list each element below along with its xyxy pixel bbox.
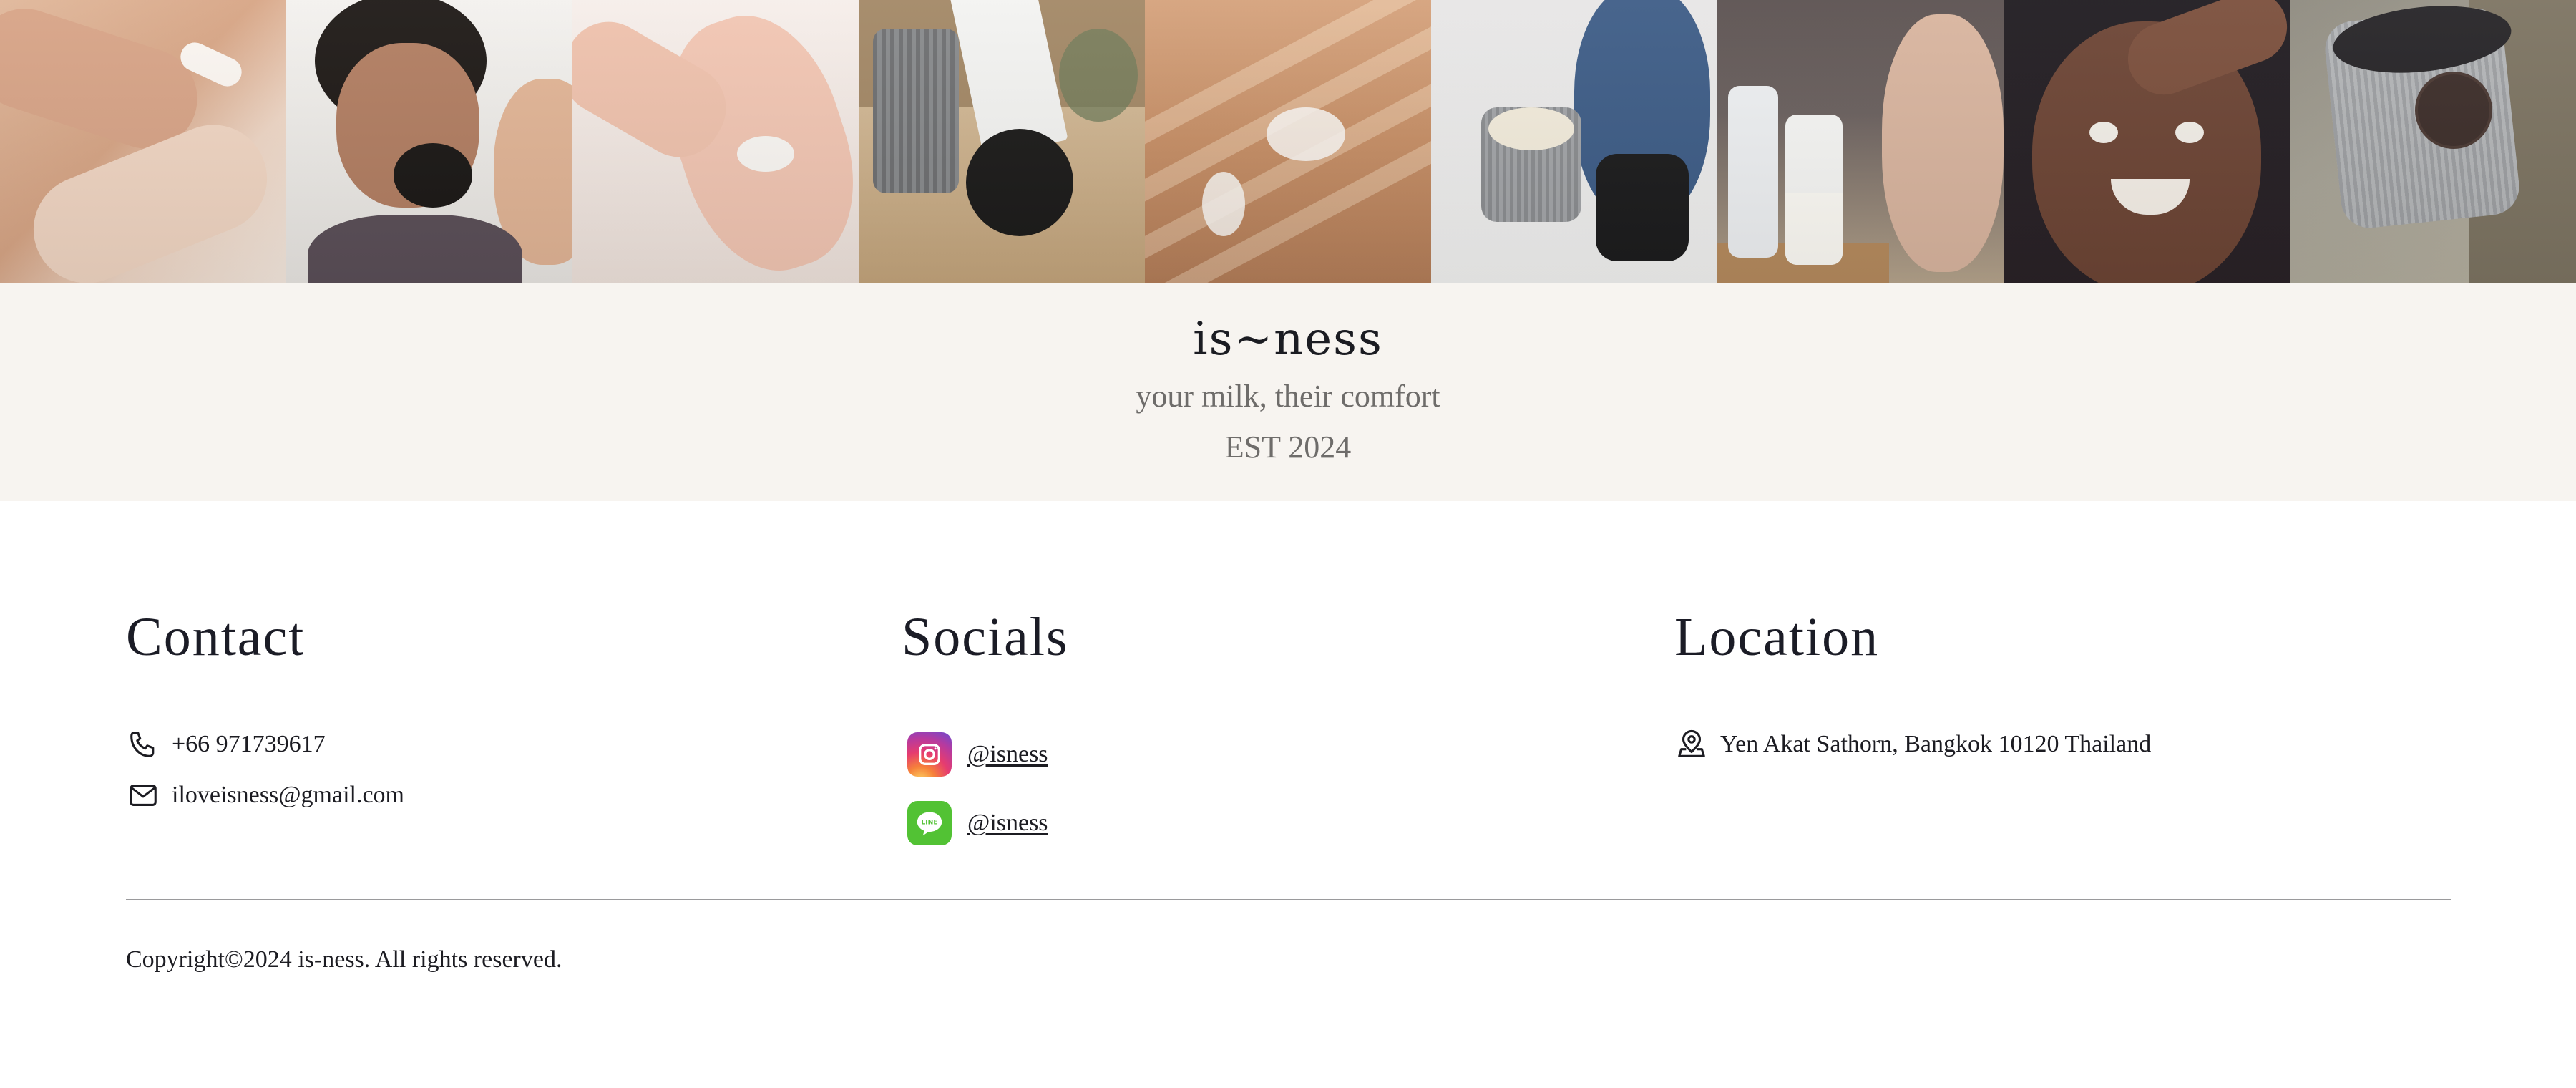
line-handle-link[interactable]: @isness [967,810,1048,837]
lotion-hands-photo [0,0,286,283]
location-address-row[interactable]: Yen Akat Sathorn, Bangkok 10120 Thailand [1674,727,2151,762]
brand-title: is~ness [1193,313,1383,366]
line-icon-text: LINE [921,819,937,827]
foot-balm-photo [572,0,859,283]
line-icon[interactable]: LINE [907,801,952,845]
plush-and-jars-photo [1431,0,1717,283]
brand-tagline: your milk, their comfort [1136,379,1440,414]
socials-section: Socials [902,601,1069,673]
mail-icon [126,778,160,812]
instagram-icon[interactable] [907,732,952,777]
child-with-jar-photo [286,0,572,283]
phone-icon [126,727,160,762]
contact-email[interactable]: iloveisness@gmail.com [126,778,404,812]
contact-section: Contact [126,601,305,673]
breast-pump-photo [1717,0,2004,283]
line-link-row[interactable]: LINE @isness [907,801,1048,845]
photo-gallery-strip [0,0,2576,283]
email-address: iloveisness@gmail.com [172,782,404,808]
back-cream-photo [1145,0,1431,283]
instagram-link-row[interactable]: @isness [907,732,1048,777]
contact-phone[interactable]: +66 971739617 [126,727,326,762]
location-section: Location [1674,601,1879,673]
location-heading: Location [1674,607,1880,667]
map-pin-icon [1674,727,1709,762]
jar-on-rock-photo [2290,0,2576,283]
smiling-child-photo [2004,0,2290,283]
socials-heading: Socials [902,607,1069,667]
copyright-text: Copyright©2024 is-ness. All rights reser… [126,946,562,973]
address-text: Yen Akat Sathorn, Bangkok 10120 Thailand [1720,731,2152,757]
brand-established: EST 2024 [1224,429,1352,465]
instagram-handle-link[interactable]: @isness [967,741,1048,768]
phone-number: +66 971739617 [172,731,326,757]
footer-divider [126,899,2451,900]
brand-banner: is~ness your milk, their comfort EST 202… [0,283,2576,501]
contact-heading: Contact [126,607,306,667]
packaging-photo [859,0,1145,283]
